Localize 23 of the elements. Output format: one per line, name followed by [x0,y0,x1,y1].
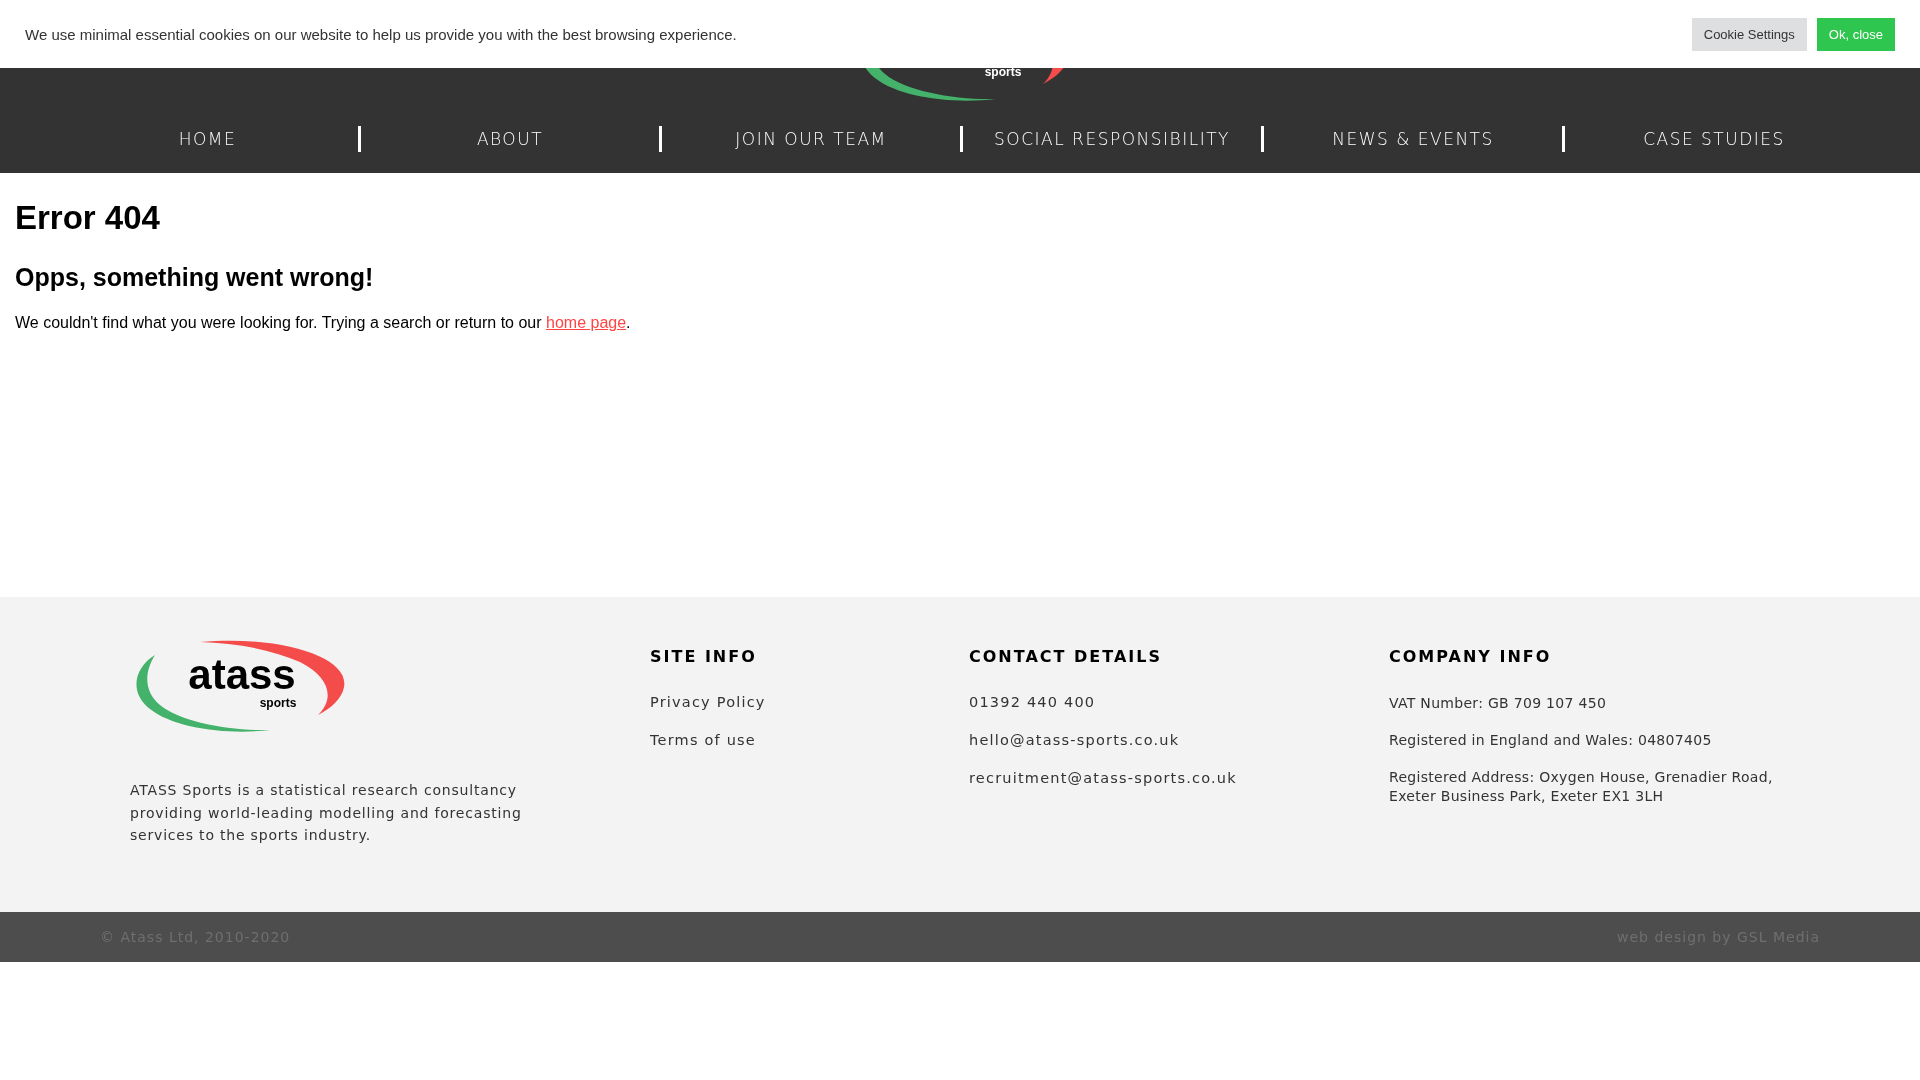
footer-link[interactable]: Privacy Policy [650,694,969,710]
company-info-text: VAT Number: GB 709 107 450 [1389,694,1608,713]
footer-link[interactable]: Terms of use [650,732,969,748]
footer-heading: COMPANY INFO [1389,647,1553,666]
company-description: ATASS Sports is a statistical research consultancy providing world-leading modelling and forecasting services to the sports industry. [130,781,523,845]
footer-link[interactable]: recruitment@atass-sports.co.uk [969,770,1389,786]
cookie-settings-button[interactable]: Cookie Settings [1691,17,1807,51]
nav-link[interactable]: HOME [57,126,358,152]
error-message: We couldn't find what you were looking for. Trying a search or return to our home page. [15,314,632,332]
footer-heading: SITE INFO [650,647,758,666]
nav-link[interactable]: NEWS & EVENTS [1261,126,1562,152]
page-title: Error 404 [15,199,161,237]
error-subtitle: Opps, something went wrong! [15,263,375,292]
company-info-text: Registered Address: Oxygen House, Grenadier Road, Exeter Business Park, Exeter EX1 3LH [1389,768,1774,806]
footer-link[interactable]: hello@atass-sports.co.uk [969,732,1389,748]
footer-heading: CONTACT DETAILS [969,647,1163,666]
nav-link[interactable]: SOCIAL RESPONSIBILITY [960,126,1261,152]
nav-link[interactable]: JOIN OUR TEAM [659,126,960,152]
company-info-text: Registered in England and Wales: 04807405 [1389,731,1713,750]
cookie-message: We use minimal essential cookies on our website to help us provide you with the best browsing experience. [25,25,737,43]
footer-link[interactable]: 01392 440 400 [969,694,1389,710]
nav-link[interactable]: CASE STUDIES [1562,126,1863,152]
nav-link[interactable]: ABOUT [358,126,659,152]
